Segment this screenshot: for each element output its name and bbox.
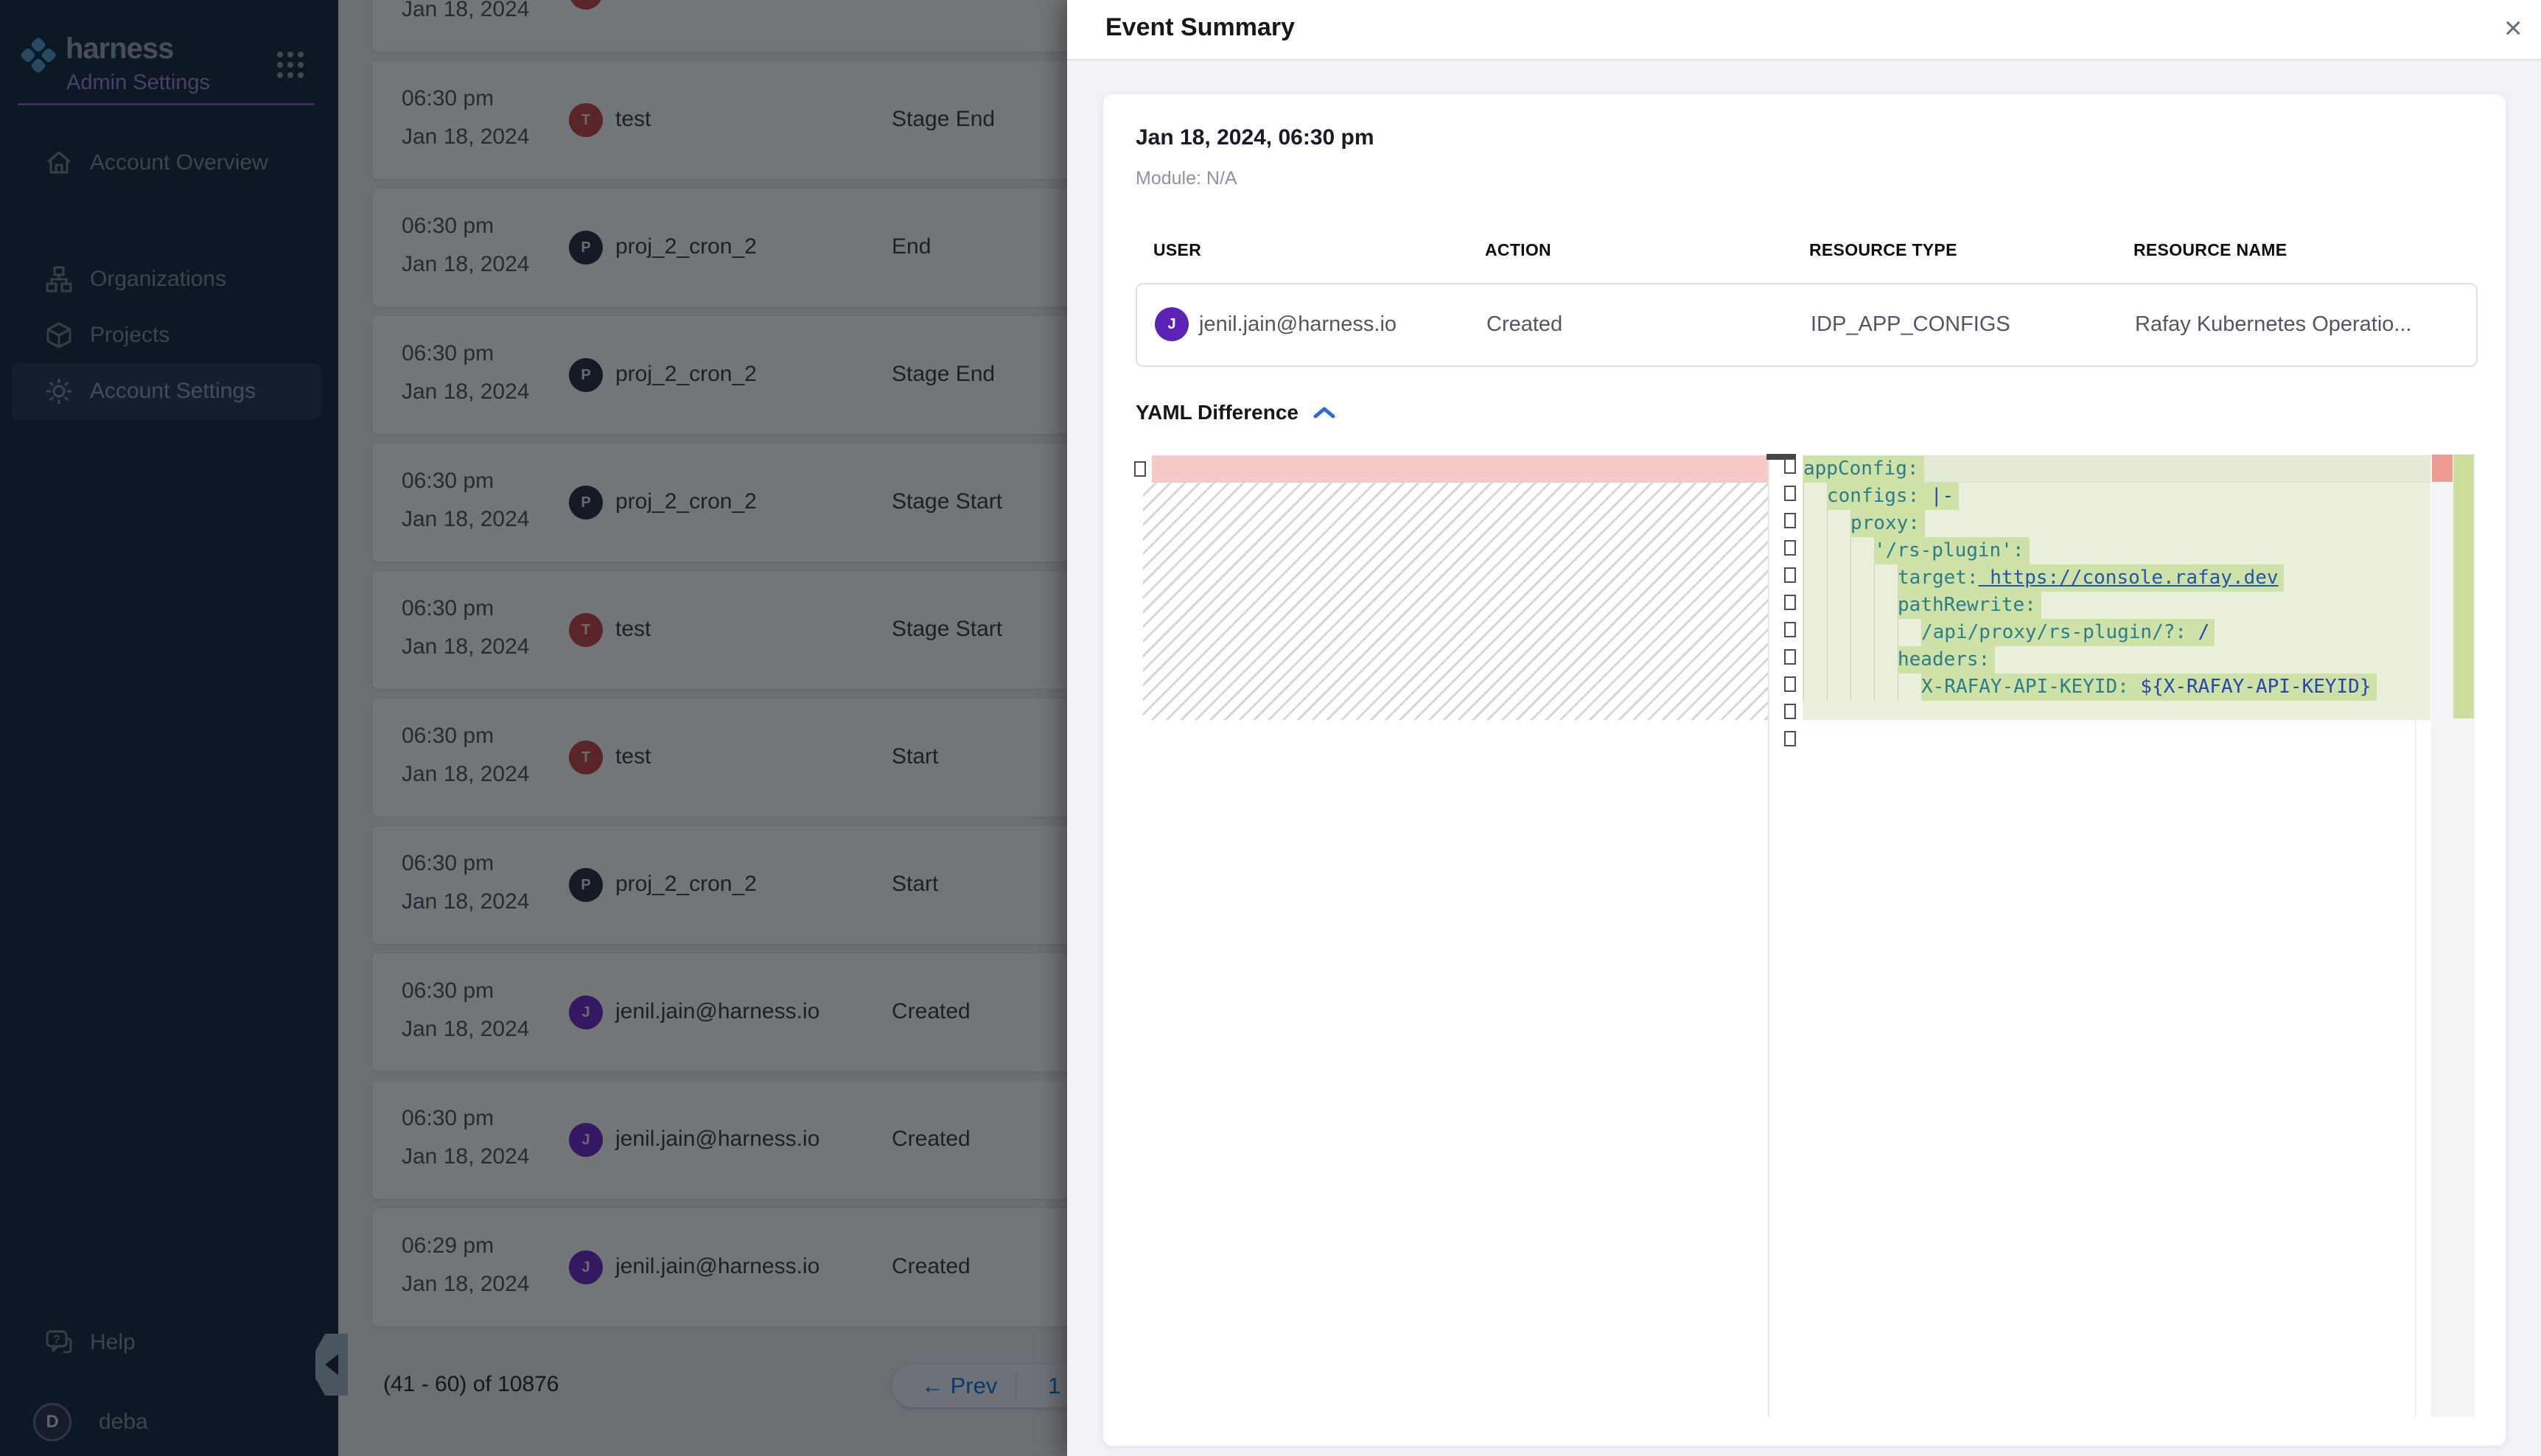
col-header-resource-name: RESOURCE NAME (2133, 240, 2287, 260)
diff-gutter-marker (1784, 567, 1796, 583)
yaml-line: '/rs-plugin': (1803, 537, 2377, 564)
ruler-deleted-marker (2432, 455, 2453, 482)
yaml-line: target: https://console.rafay.dev (1803, 564, 2377, 592)
event-summary-card: Jan 18, 2024, 06:30 pm Module: N/A USER … (1103, 94, 2506, 1446)
yaml-line: headers: (1803, 646, 2377, 673)
yaml-difference-label: YAML Difference (1136, 401, 1299, 424)
yaml-line: /api/proxy/rs-plugin/?: / (1803, 619, 2377, 646)
col-header-user: USER (1153, 240, 1201, 260)
yaml-line: pathRewrite: (1803, 592, 2377, 619)
modal-header: Event Summary × (1067, 0, 2541, 60)
sidebar-collapse-handle[interactable] (315, 1334, 348, 1396)
modal-title: Event Summary (1105, 13, 1295, 42)
diff-gutter-marker (1784, 595, 1796, 610)
yaml-diff-editor: appConfig:configs: |-proxy:'/rs-plugin':… (1130, 454, 2475, 1417)
diff-gutter-marker (1784, 458, 1796, 474)
close-icon[interactable]: × (2504, 12, 2523, 44)
diff-gutter-marker (1784, 731, 1796, 746)
diff-splitter[interactable] (1768, 454, 1769, 1417)
yaml-difference-toggle[interactable]: YAML Difference (1136, 401, 1337, 424)
diff-added-pane: appConfig:configs: |-proxy:'/rs-plugin':… (1803, 455, 2430, 720)
diff-right-pane-edge (2415, 720, 2416, 1417)
yaml-line: appConfig: (1803, 455, 2377, 483)
yaml-line: configs: |- (1803, 483, 2377, 510)
diff-gutter-marker (1784, 622, 1796, 637)
cell-resource-name: Rafay Kubernetes Operatio... (2135, 312, 2412, 337)
diff-gutter-marker (1784, 486, 1796, 501)
col-header-resource-type: RESOURCE TYPE (1809, 240, 1957, 260)
diff-code-lines: appConfig:configs: |-proxy:'/rs-plugin':… (1803, 455, 2377, 701)
chevron-up-icon (1312, 405, 1337, 421)
collapse-arrow-icon (325, 1354, 338, 1375)
diff-gutter-marker (1784, 676, 1796, 692)
ruler-added-marker (2453, 455, 2474, 718)
user-avatar: J (1155, 307, 1189, 341)
yaml-line: proxy: (1803, 510, 2377, 537)
diff-gutter-marker (1134, 461, 1146, 477)
event-datetime: Jan 18, 2024, 06:30 pm (1136, 125, 1374, 150)
diff-gutter-marker (1784, 513, 1796, 528)
event-table-row[interactable]: J jenil.jain@harness.io Created IDP_APP_… (1136, 283, 2478, 367)
event-summary-modal: Event Summary × Jan 18, 2024, 06:30 pm M… (1067, 0, 2541, 1456)
diff-gutter-marker (1784, 649, 1796, 665)
yaml-line: X-RAFAY-API-KEYID: ${X-RAFAY-API-KEYID} (1803, 673, 2377, 701)
cell-action: Created (1486, 312, 1562, 337)
diff-empty-region (1143, 483, 1768, 720)
diff-gutter-marker (1784, 704, 1796, 719)
col-header-action: ACTION (1485, 240, 1551, 260)
diff-deleted-line (1152, 455, 1768, 483)
event-module: Module: N/A (1136, 168, 1237, 189)
diff-gutter-marker (1784, 540, 1796, 556)
cell-user: jenil.jain@harness.io (1199, 312, 1397, 337)
cell-resource-type: IDP_APP_CONFIGS (1811, 312, 2010, 337)
